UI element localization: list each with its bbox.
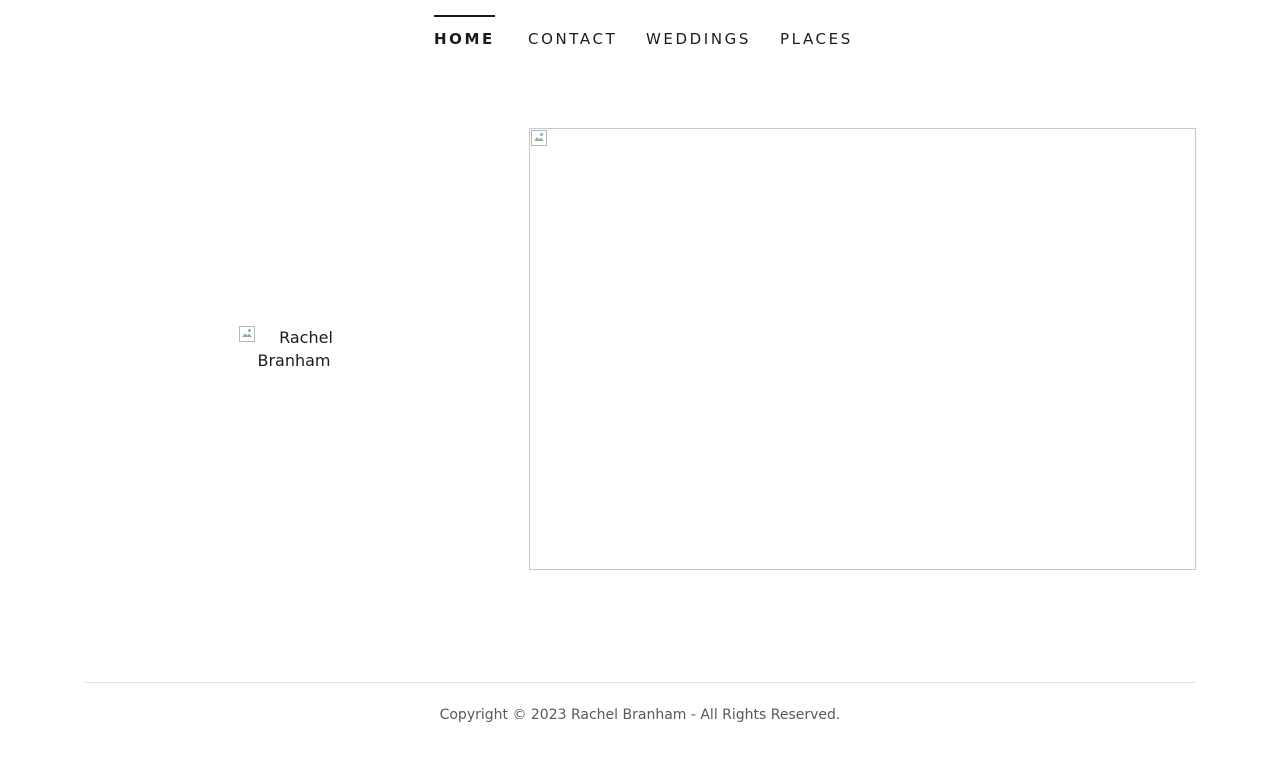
nav-item-contact[interactable]: CONTACT	[528, 15, 617, 51]
hero-image	[529, 128, 1196, 570]
footer-copyright: Copyright © 2023 Rachel Branham - All Ri…	[439, 707, 841, 723]
footer-divider	[85, 682, 1196, 683]
nav-item-weddings[interactable]: WEDDINGS	[646, 15, 751, 51]
broken-image-icon	[531, 130, 547, 146]
nav-item-places[interactable]: PLACES	[780, 15, 853, 51]
site-logo[interactable]: Rachel Branham	[239, 326, 349, 376]
logo-alt-text: Rachel Branham	[257, 328, 333, 370]
main-navigation: HOME CONTACT WEDDINGS PLACES	[0, 0, 1280, 80]
nav-item-home[interactable]: HOME	[434, 15, 495, 51]
